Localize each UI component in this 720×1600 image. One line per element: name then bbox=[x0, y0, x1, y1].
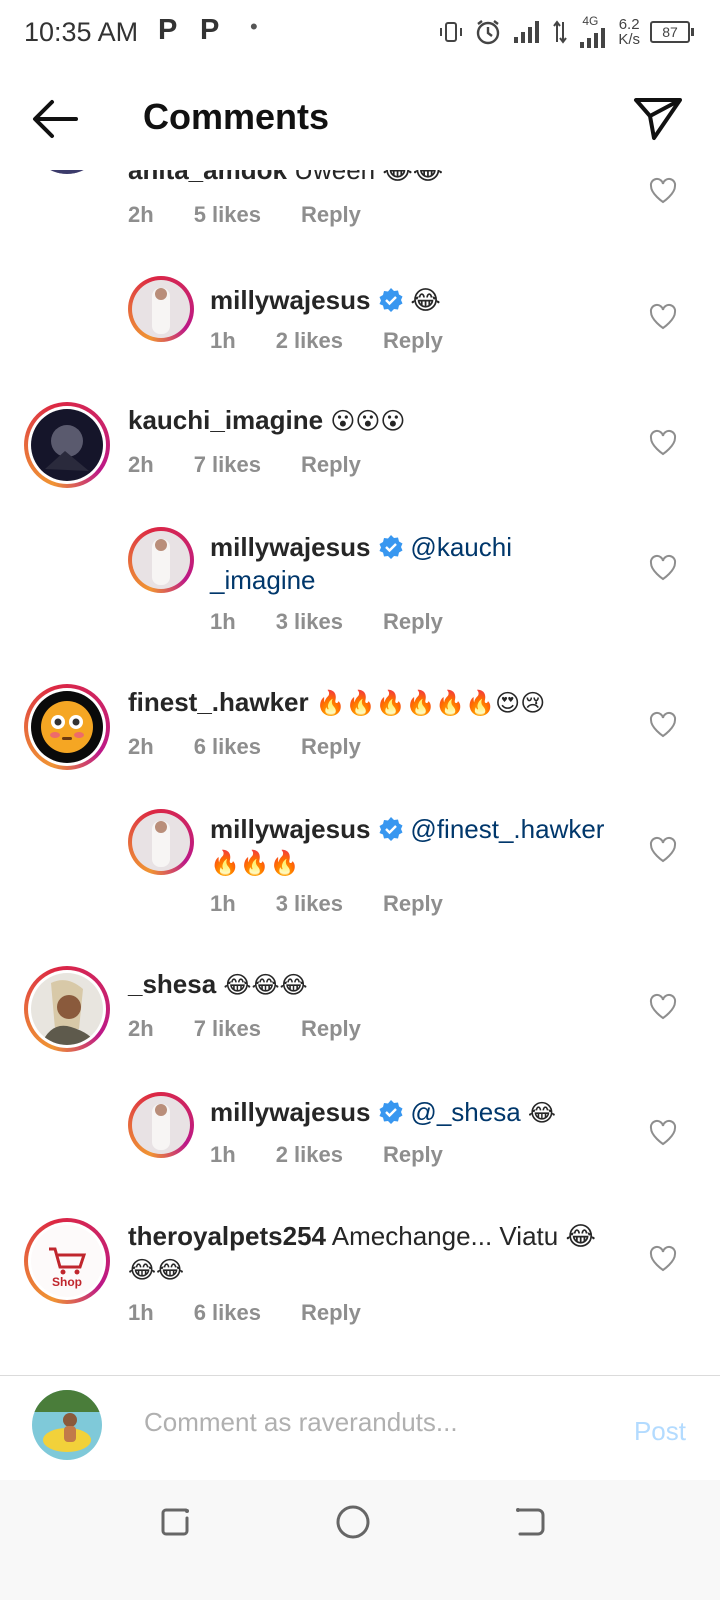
likes-count[interactable]: 2 likes bbox=[276, 328, 343, 354]
signal-icon bbox=[514, 21, 540, 43]
notification-dot-icon: • bbox=[250, 14, 258, 39]
avatar[interactable]: Shop bbox=[24, 1218, 110, 1304]
avatar[interactable] bbox=[128, 1092, 194, 1158]
signal-4g-icon: 4G bbox=[578, 14, 608, 48]
comment-time: 1h bbox=[210, 891, 236, 916]
like-heart-icon[interactable] bbox=[648, 428, 678, 456]
alarm-icon bbox=[477, 20, 500, 45]
comment-text: finest_.hawker 🔥🔥🔥🔥🔥🔥😍😢 bbox=[128, 687, 546, 717]
like-heart-icon[interactable] bbox=[648, 710, 678, 738]
like-heart-icon[interactable] bbox=[648, 835, 678, 863]
comment-meta: 1h 3 likes Reply bbox=[210, 891, 443, 917]
mention-link[interactable]: @_shesa bbox=[410, 1097, 520, 1127]
avatar[interactable] bbox=[24, 402, 110, 488]
likes-count[interactable]: 3 likes bbox=[276, 609, 343, 635]
verified-badge-icon bbox=[379, 535, 403, 559]
reply-button[interactable]: Reply bbox=[383, 891, 443, 917]
avatar[interactable] bbox=[24, 966, 110, 1052]
comment-meta: 2h 6 likes Reply bbox=[128, 734, 361, 760]
comment-time: 2h bbox=[128, 1016, 154, 1041]
my-avatar bbox=[32, 1390, 102, 1460]
data-transfer-icon bbox=[553, 20, 568, 44]
battery-icon: 87 bbox=[650, 21, 694, 43]
post-button[interactable]: Post bbox=[634, 1416, 686, 1447]
shop-logo-label: Shop bbox=[52, 1275, 82, 1289]
like-heart-icon[interactable] bbox=[648, 992, 678, 1020]
avatar[interactable] bbox=[128, 809, 194, 875]
back-nav-icon[interactable] bbox=[510, 1502, 550, 1542]
avatar[interactable] bbox=[128, 527, 194, 593]
comment-text: millywajesus @_shesa 😂 bbox=[210, 1097, 556, 1127]
comment-text: millywajesus 😂 bbox=[210, 285, 441, 315]
reply-button[interactable]: Reply bbox=[301, 202, 361, 228]
status-time: 10:35 AM bbox=[24, 17, 139, 47]
system-nav-bar bbox=[0, 1480, 720, 1600]
app-header: Comments bbox=[0, 66, 720, 170]
comment-time: 1h bbox=[210, 328, 236, 353]
comment-meta: 1h 6 likes Reply bbox=[128, 1300, 361, 1326]
comment-text: _shesa 😂😂😂 bbox=[128, 969, 308, 999]
comment-text: kauchi_imagine 😮😮😮 bbox=[128, 405, 406, 435]
reply-button[interactable]: Reply bbox=[383, 328, 443, 354]
like-heart-icon[interactable] bbox=[648, 1118, 678, 1146]
mention-link-cont[interactable]: _imagine bbox=[210, 565, 316, 595]
comment-time: 1h bbox=[210, 1142, 236, 1167]
likes-count[interactable]: 3 likes bbox=[276, 891, 343, 917]
network-speed: 6.2 K/s bbox=[618, 16, 640, 48]
likes-count[interactable]: 7 likes bbox=[194, 1016, 261, 1042]
share-send-icon[interactable] bbox=[632, 92, 684, 144]
reply-button[interactable]: Reply bbox=[301, 452, 361, 478]
comment-meta: 2h 7 likes Reply bbox=[128, 1016, 361, 1042]
reply-button[interactable]: Reply bbox=[383, 1142, 443, 1168]
comment-text: millywajesus @kauchi _imagine bbox=[210, 532, 512, 595]
comment-time: 1h bbox=[128, 1300, 154, 1325]
comment-meta: 1h 2 likes Reply bbox=[210, 1142, 443, 1168]
avatar[interactable] bbox=[24, 684, 110, 770]
likes-count[interactable]: 7 likes bbox=[194, 452, 261, 478]
page-title: Comments bbox=[143, 96, 330, 137]
comment-time: 2h bbox=[128, 202, 154, 227]
like-heart-icon[interactable] bbox=[648, 553, 678, 581]
like-heart-icon[interactable] bbox=[648, 1244, 678, 1272]
comment-text: theroyalpets254 Amechange... Viatu 😂 😂😂 bbox=[128, 1221, 596, 1284]
reply-button[interactable]: Reply bbox=[383, 609, 443, 635]
verified-badge-icon bbox=[379, 1100, 403, 1124]
comment-time: 2h bbox=[128, 452, 154, 477]
verified-badge-icon bbox=[379, 288, 403, 312]
comment-composer: Post bbox=[0, 1375, 720, 1481]
comment-meta: 2h 7 likes Reply bbox=[128, 452, 361, 478]
comment-meta: 1h 2 likes Reply bbox=[210, 328, 443, 354]
recents-icon[interactable] bbox=[156, 1502, 196, 1542]
like-heart-icon[interactable] bbox=[648, 176, 678, 204]
comment-time: 1h bbox=[210, 609, 236, 634]
comment-text: millywajesus @finest_.hawker 🔥🔥🔥 bbox=[210, 814, 605, 877]
notification-p-icon-2: P bbox=[200, 14, 220, 46]
reply-button[interactable]: Reply bbox=[301, 1300, 361, 1326]
back-arrow-icon[interactable] bbox=[28, 94, 82, 144]
mention-link[interactable]: @finest_.hawker bbox=[410, 814, 604, 844]
home-icon[interactable] bbox=[333, 1502, 373, 1542]
likes-count[interactable]: 6 likes bbox=[194, 1300, 261, 1326]
likes-count[interactable]: 6 likes bbox=[194, 734, 261, 760]
notification-p-icon: P bbox=[158, 14, 178, 46]
like-heart-icon[interactable] bbox=[648, 302, 678, 330]
comment-meta: 1h 3 likes Reply bbox=[210, 609, 443, 635]
likes-count[interactable]: 2 likes bbox=[276, 1142, 343, 1168]
verified-badge-icon bbox=[379, 817, 403, 841]
comment-meta: 2h 5 likes Reply bbox=[128, 202, 361, 228]
status-bar: 10:35 AM P P • 4G 6.2 K/s 87 bbox=[0, 0, 720, 66]
comment-list[interactable]: anita_amdok Uween 😂😂 2h 5 likes Reply mi… bbox=[0, 130, 720, 1380]
avatar[interactable] bbox=[128, 276, 194, 342]
mention-link[interactable]: @kauchi bbox=[410, 532, 512, 562]
comment-input[interactable] bbox=[142, 1406, 586, 1439]
vibrate-icon bbox=[440, 22, 463, 42]
reply-button[interactable]: Reply bbox=[301, 734, 361, 760]
comment-time: 2h bbox=[128, 734, 154, 759]
status-icons: 4G 6.2 K/s 87 bbox=[438, 14, 694, 48]
reply-button[interactable]: Reply bbox=[301, 1016, 361, 1042]
likes-count[interactable]: 5 likes bbox=[194, 202, 261, 228]
